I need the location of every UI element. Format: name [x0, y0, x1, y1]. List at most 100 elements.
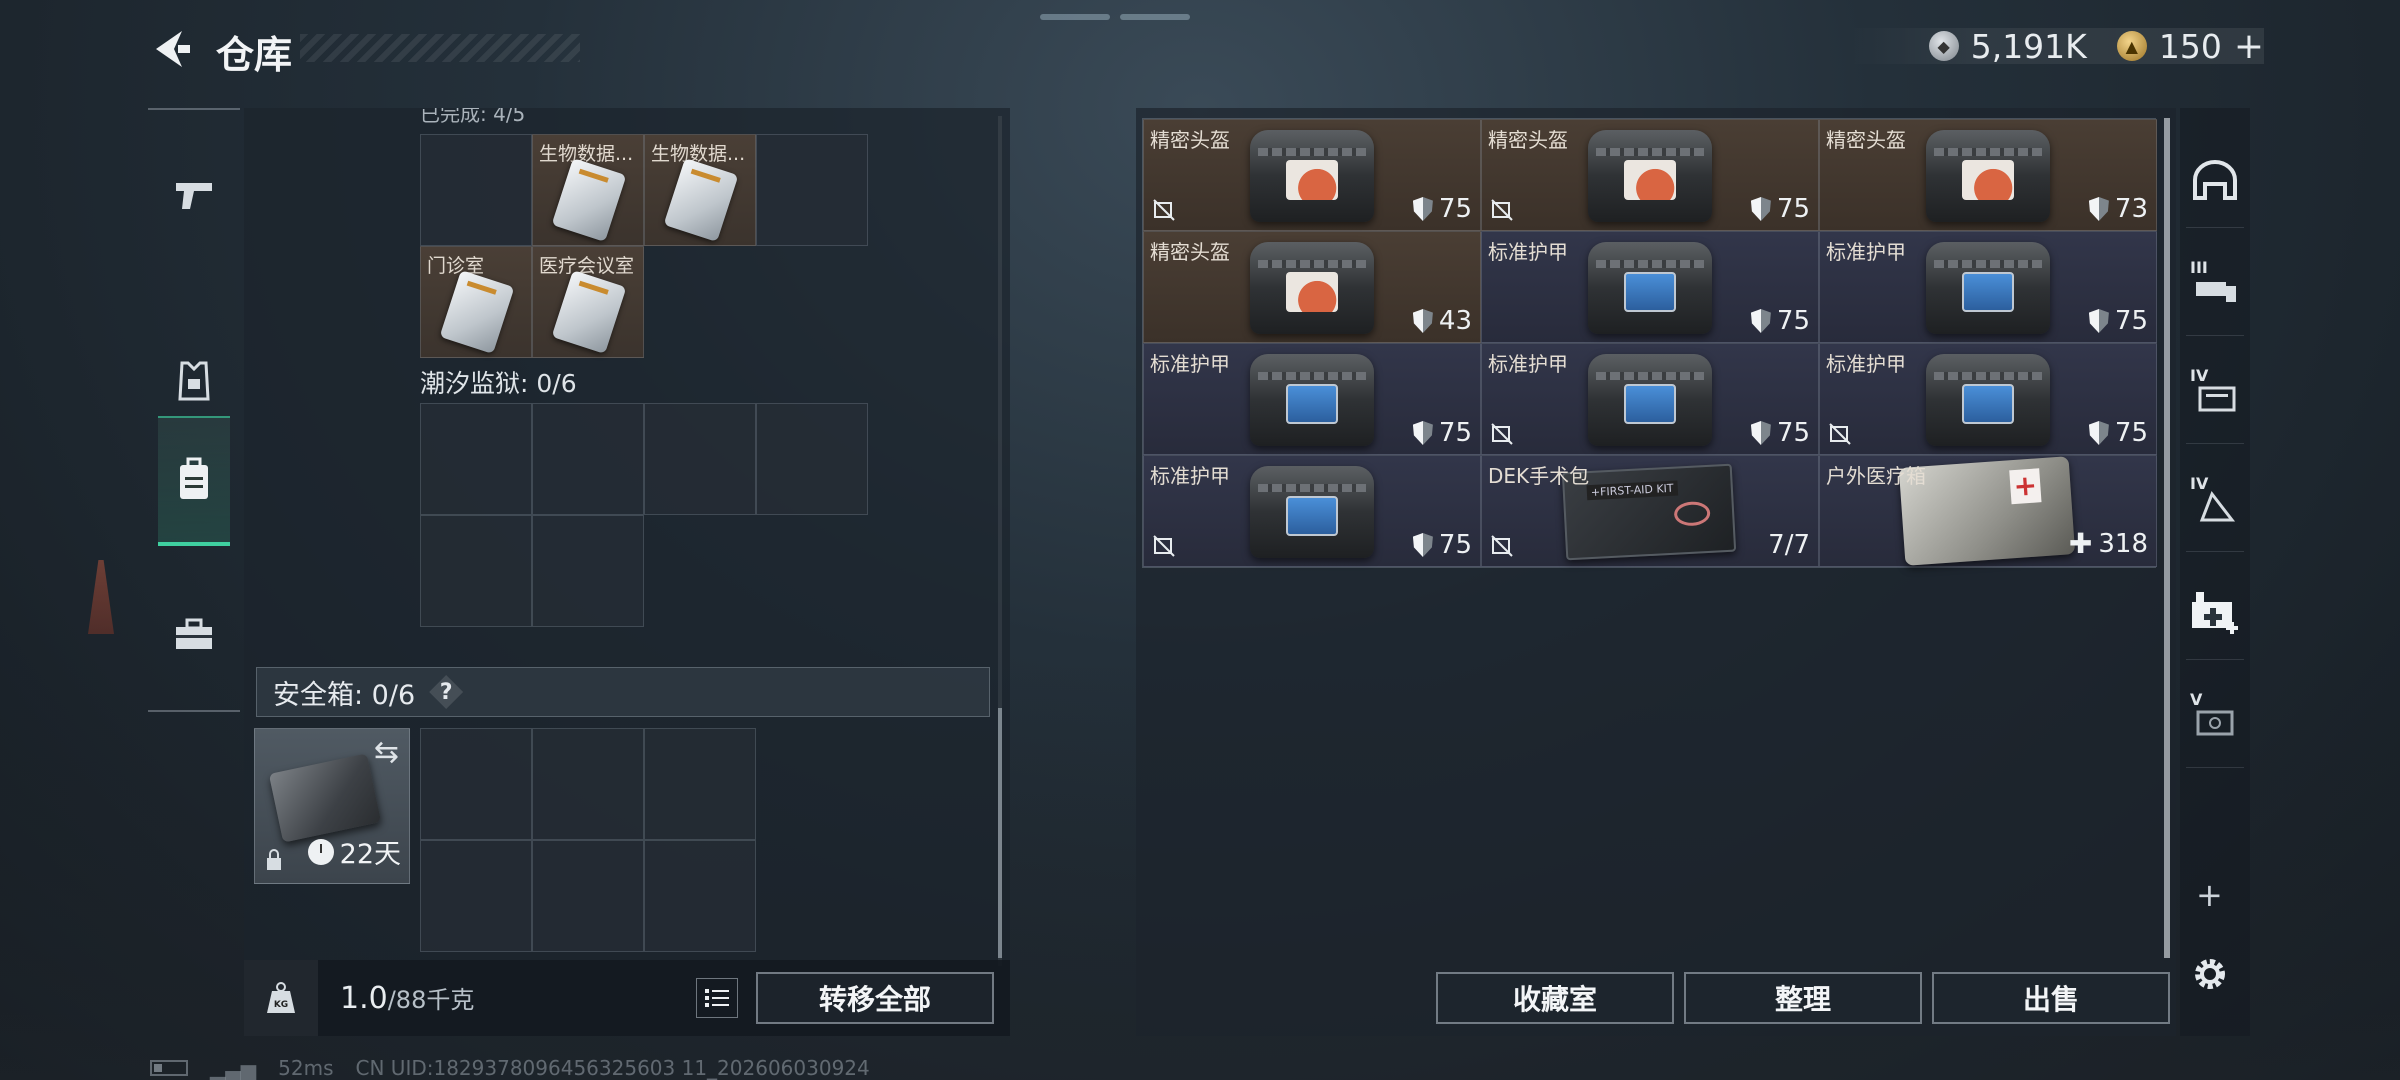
grid-cell[interactable] — [532, 728, 644, 840]
inventory-item[interactable]: 精密头盔 73 — [1819, 119, 2157, 231]
inventory-item[interactable]: 精密头盔 75 — [1143, 119, 1481, 231]
filter-safe[interactable]: V — [2186, 672, 2244, 768]
armor-case-icon — [1250, 466, 1374, 558]
grid-cell[interactable] — [756, 134, 868, 246]
grid-cell[interactable] — [532, 515, 644, 627]
filter-armor[interactable]: III — [2186, 240, 2244, 336]
filter-rig[interactable]: IV — [2186, 348, 2244, 444]
sell-button[interactable]: 出售 — [1932, 972, 2170, 1024]
grid-spacer — [644, 515, 756, 627]
warehouse-actions: 收藏室 整理 出售 — [1436, 972, 2170, 1024]
inventory-item[interactable]: 精密头盔 75 — [1481, 119, 1819, 231]
armor-case-icon — [1926, 242, 2050, 334]
inventory-item[interactable]: 标准护甲 75 — [1481, 343, 1819, 455]
inventory-item[interactable]: 标准护甲 75 — [1143, 455, 1481, 567]
keycard-slot[interactable]: 生物数据... — [644, 134, 756, 246]
sort-button[interactable]: 整理 — [1684, 972, 1922, 1024]
grid-cell[interactable] — [420, 403, 532, 515]
inventory-item[interactable]: DEK手术包 7/7 — [1481, 455, 1819, 567]
tier-numeral: V — [2190, 690, 2203, 709]
prison-grid — [420, 403, 868, 627]
add-currency-button[interactable]: + — [2234, 26, 2264, 67]
keycard-slot[interactable]: 生物数据... — [532, 134, 644, 246]
svg-text:KG: KG — [274, 1000, 288, 1010]
filter-medical[interactable] — [2186, 564, 2244, 660]
case-patch — [1962, 160, 2014, 200]
item-name: 户外医疗箱 — [1826, 464, 1926, 488]
gold-coin-icon: ▲ — [2116, 31, 2147, 61]
days-value: 22天 — [339, 839, 401, 870]
grid-cell[interactable] — [420, 840, 532, 952]
settings-gear-icon[interactable] — [2188, 952, 2232, 996]
rail-item-toolbox[interactable] — [158, 570, 230, 700]
grid-cell[interactable] — [532, 840, 644, 952]
case-patch — [1286, 496, 1338, 536]
grid-cell[interactable] — [420, 728, 532, 840]
filter-helmet[interactable] — [2186, 132, 2244, 228]
no-trade-icon — [1829, 423, 1851, 445]
grid-cell[interactable] — [532, 403, 644, 515]
grid-cell[interactable] — [420, 134, 532, 246]
keycard-slot[interactable]: 医疗会议室 — [532, 246, 644, 358]
back-arrow-icon — [156, 31, 190, 67]
durability-value: 75 — [1776, 306, 1810, 336]
inventory-item[interactable]: 标准护甲 75 — [1819, 231, 2157, 343]
swap-icon[interactable]: ⇆ — [374, 735, 399, 770]
durability-value: 73 — [2114, 194, 2148, 224]
list-icon — [705, 989, 729, 1007]
armor-case-icon — [1926, 354, 2050, 446]
inventory-item[interactable]: 户外医疗箱 ✚318 — [1819, 455, 2157, 567]
item-durability: 75 — [1412, 194, 1472, 224]
backpack-icon — [180, 457, 208, 499]
shield-icon — [1750, 421, 1771, 445]
inventory-item[interactable]: 精密头盔 43 — [1143, 231, 1481, 343]
inventory-item[interactable]: 标准护甲 75 — [1481, 231, 1819, 343]
item-durability: ✚ 318 — [2069, 527, 2148, 560]
helmet-case-icon — [1250, 242, 1374, 334]
filter-backpack[interactable]: IV — [2186, 456, 2244, 552]
shield-icon — [1412, 533, 1433, 557]
right-scrollbar[interactable] — [2164, 118, 2170, 958]
help-icon[interactable]: ? — [429, 675, 464, 709]
uid-text: CN UID:1829378096456325603 11_2026060309… — [355, 1056, 870, 1080]
grid-cell[interactable] — [644, 728, 756, 840]
durability-value: 7/7 — [1768, 530, 1810, 560]
grid-cell[interactable] — [420, 515, 532, 627]
safe-grid-col3 — [644, 728, 756, 952]
list-view-button[interactable] — [696, 978, 738, 1018]
shield-icon — [1750, 309, 1771, 333]
left-scrollbar-thumb[interactable] — [998, 708, 1002, 958]
ceiling-light — [1120, 14, 1190, 20]
safe-box-item[interactable]: ⇆ 22天 — [254, 728, 410, 884]
case-patch — [1962, 272, 2014, 312]
weight-current: 1.0 — [340, 981, 388, 1016]
tier-numeral: III — [2190, 258, 2208, 277]
transfer-all-button[interactable]: 转移全部 — [756, 972, 994, 1024]
item-durability: 75 — [1750, 194, 1810, 224]
helmet-case-icon — [1926, 130, 2050, 222]
grid-cell[interactable] — [644, 403, 756, 515]
rail-item-weapons[interactable] — [158, 130, 230, 260]
armor-case-icon — [1588, 242, 1712, 334]
collection-room-button[interactable]: 收藏室 — [1436, 972, 1674, 1024]
grid-cell[interactable] — [644, 840, 756, 952]
durability-value: 75 — [2114, 418, 2148, 448]
ceiling-light — [1040, 14, 1110, 20]
rail-item-backpack[interactable] — [158, 416, 230, 546]
currency-premium-value: 150 — [2158, 26, 2222, 66]
add-filter-button[interactable]: + — [2196, 876, 2223, 914]
shield-icon — [1412, 421, 1433, 445]
armor-case-icon — [1588, 354, 1712, 446]
inventory-item[interactable]: 标准护甲 75 — [1143, 343, 1481, 455]
back-button[interactable] — [148, 28, 194, 70]
page-title: 仓库 — [216, 33, 293, 77]
shield-icon — [1412, 309, 1433, 333]
ping-value: 52ms — [278, 1056, 334, 1080]
case-patch — [1624, 272, 1676, 312]
battery-icon — [150, 1060, 188, 1076]
grid-cell[interactable] — [756, 403, 868, 515]
inventory-item[interactable]: 标准护甲 75 — [1819, 343, 2157, 455]
item-name: 精密头盔 — [1826, 128, 1906, 152]
keycard-slot[interactable]: 门诊室 — [420, 246, 532, 358]
keycard-label: 医疗会议室 — [539, 255, 635, 277]
